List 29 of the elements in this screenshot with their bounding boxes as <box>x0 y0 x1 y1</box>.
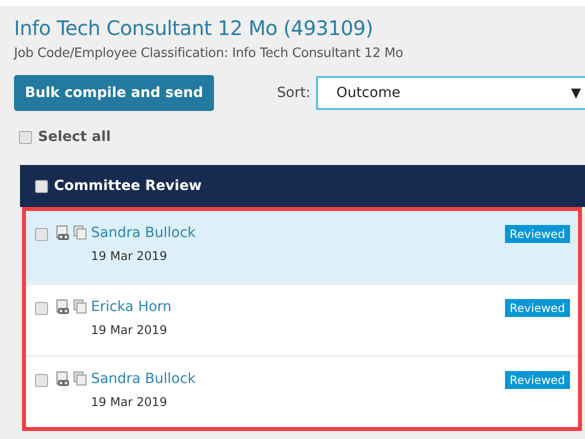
copy-icon[interactable] <box>73 225 87 240</box>
review-date: 19 Mar 2019 <box>91 323 168 337</box>
document-link-icon[interactable] <box>56 371 70 387</box>
candidate-name-link[interactable]: Ericka Horn <box>91 299 172 315</box>
review-date: 19 Mar 2019 <box>91 395 168 409</box>
panel-title: Committee Review <box>54 178 202 194</box>
candidate-row[interactable]: Ericka Horn 19 Mar 2019 Reviewed <box>26 285 578 355</box>
status-badge: Reviewed <box>504 299 570 317</box>
row-checkbox[interactable] <box>35 228 48 241</box>
select-all-label: Select all <box>38 129 111 145</box>
status-badge: Reviewed <box>504 371 570 389</box>
document-link-icon[interactable] <box>56 225 70 241</box>
copy-icon[interactable] <box>73 299 87 314</box>
status-badge: Reviewed <box>504 225 570 243</box>
row-checkbox[interactable] <box>35 302 48 315</box>
row-checkbox[interactable] <box>35 374 48 387</box>
panel-checkbox[interactable] <box>35 180 48 192</box>
document-link-icon[interactable] <box>56 299 70 315</box>
bulk-compile-button[interactable]: Bulk compile and send <box>14 75 214 111</box>
copy-icon[interactable] <box>73 371 87 386</box>
candidate-row[interactable]: Sandra Bullock 19 Mar 2019 Reviewed <box>26 357 578 427</box>
sort-dropdown[interactable]: Outcome ▼ <box>316 76 585 110</box>
select-all-checkbox[interactable] <box>19 130 32 144</box>
sort-label: Sort: <box>277 85 310 101</box>
page-title: Info Tech Consultant 12 Mo (493109) <box>14 16 374 40</box>
job-code-text: Job Code/Employee Classification: Info Tech Consultant 12 Mo <box>14 46 404 61</box>
candidate-row[interactable]: Sandra Bullock 19 Mar 2019 Reviewed <box>26 211 578 283</box>
candidate-name-link[interactable]: Sandra Bullock <box>91 371 196 387</box>
review-date: 19 Mar 2019 <box>91 249 168 263</box>
